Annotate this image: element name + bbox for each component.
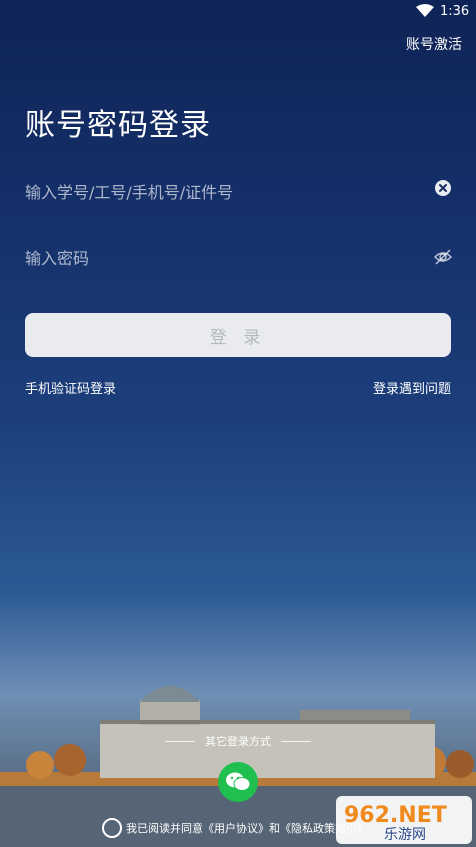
sms-login-link[interactable]: 手机验证码登录 [25, 378, 116, 397]
svg-text:962.NET: 962.NET [344, 803, 447, 828]
login-button[interactable]: 登 录 [25, 313, 451, 357]
login-problem-link[interactable]: 登录遇到问题 [373, 378, 451, 397]
wifi-icon [416, 4, 434, 17]
other-login-label: 其它登录方式 [205, 735, 271, 748]
svg-text:乐游网: 乐游网 [384, 827, 426, 843]
user-agreement-link[interactable]: 《用户协议》 [203, 820, 269, 836]
divider-left [165, 740, 195, 742]
account-input[interactable] [25, 172, 451, 212]
agree-and: 和 [269, 822, 280, 835]
eye-off-icon[interactable] [433, 247, 453, 267]
agree-radio[interactable] [102, 818, 122, 838]
agree-prefix: 我已阅读并同意 [126, 822, 203, 835]
account-activate-link[interactable]: 账号激活 [406, 34, 462, 54]
other-login-methods: 其它登录方式 [0, 733, 476, 749]
watermark-logo: 962.NET 乐游网 [336, 796, 472, 844]
status-bar: 1:36 [0, 0, 476, 24]
divider-right [281, 740, 311, 742]
wechat-login-button[interactable] [218, 762, 258, 802]
agreement-row: 我已阅读并同意 《用户协议》 和 《隐私政策指引》 [102, 818, 368, 838]
page-title: 账号密码登录 [25, 108, 211, 143]
password-input[interactable] [25, 238, 451, 278]
status-time: 1:36 [440, 4, 470, 19]
wechat-icon [226, 772, 251, 791]
clear-icon[interactable] [435, 180, 451, 196]
